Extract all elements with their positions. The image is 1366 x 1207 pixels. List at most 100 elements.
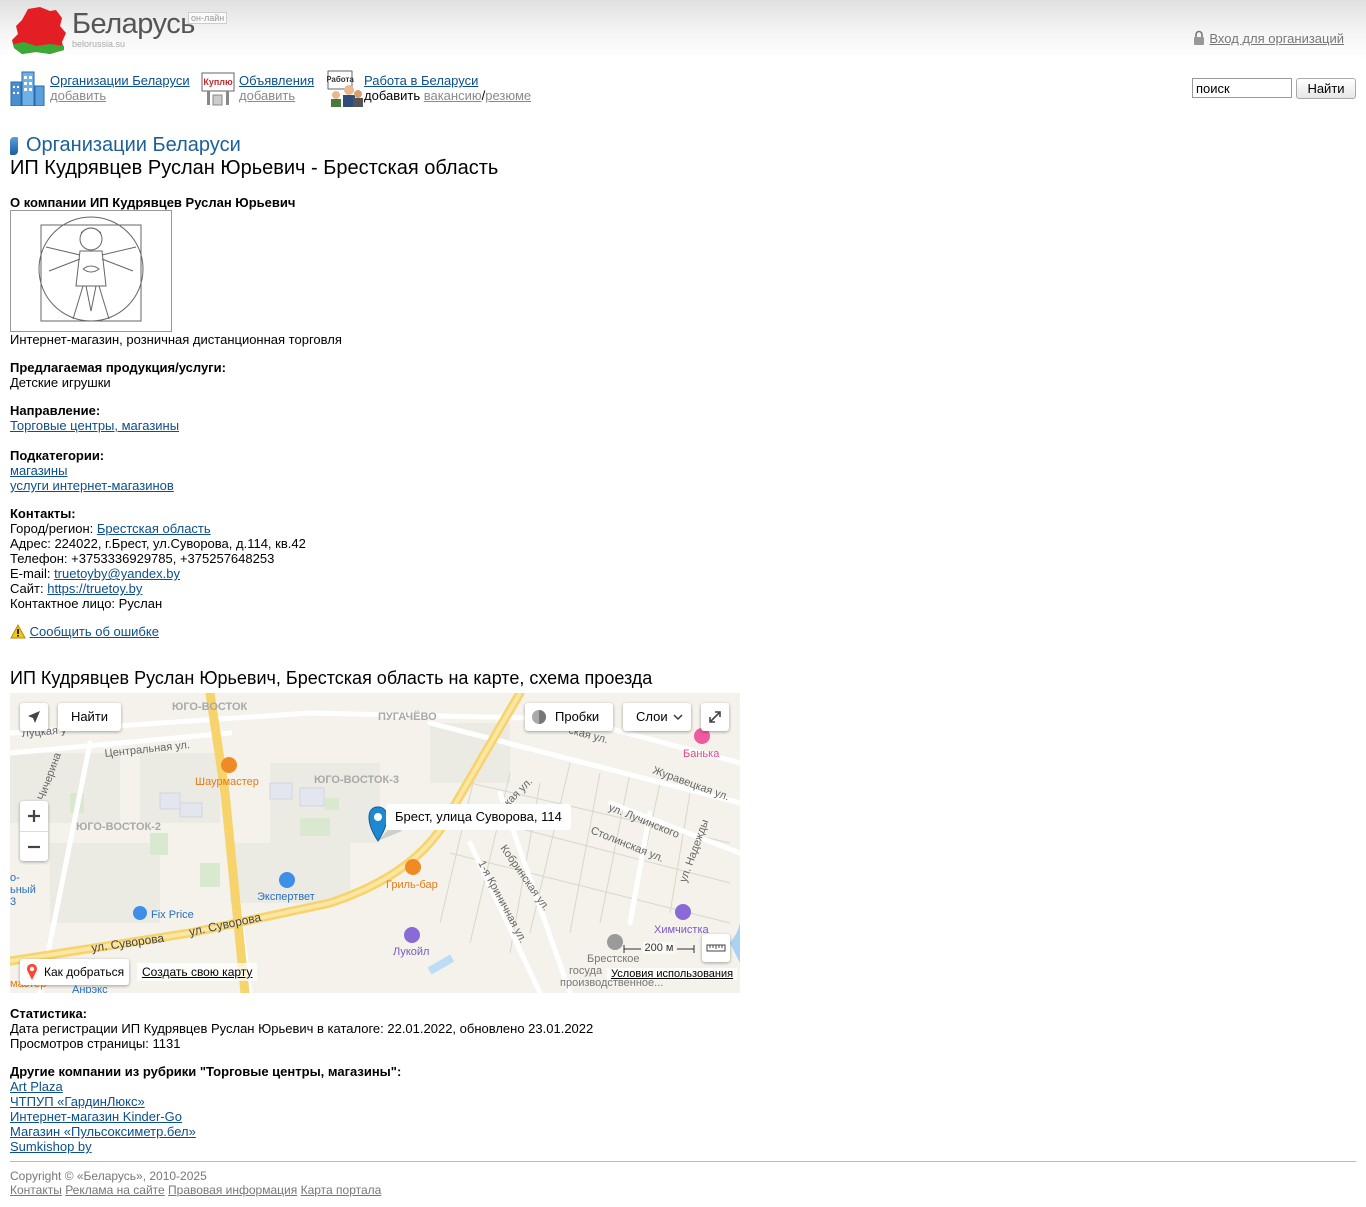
map-label: Гриль-бар (386, 879, 438, 891)
job-people-icon: Работа (327, 70, 363, 107)
nav-jobs-link[interactable]: Работа в Беларуси (364, 73, 478, 88)
map-find-button[interactable]: Найти (58, 703, 121, 731)
nav-jobs: Работа Работа в Беларуси добавить ваканс… (327, 70, 547, 108)
map-poi-marker (405, 859, 421, 875)
other-company-link[interactable]: Art Plaza (10, 1079, 63, 1094)
report-error: Сообщить об ошибке (10, 623, 159, 639)
nav-jobs-resume-link[interactable]: резюме (485, 88, 531, 103)
city-label: Город/регион: (10, 521, 97, 536)
direction-label: Направление: (10, 403, 101, 418)
company-description: Интернет-магазин, розничная дистанционна… (10, 332, 342, 347)
footer-legal-link[interactable]: Правовая информация (168, 1183, 297, 1197)
zoom-out-button[interactable] (20, 831, 48, 862)
map-widget[interactable]: ЮГО-ВОСТОК ПУГАЧЁВО ЮГО-ВОСТОК-3 ЮГО-ВОС… (10, 693, 740, 993)
breadcrumb-marker-icon (10, 137, 18, 155)
site-header: Беларусь он-лайн belorussia.su Вход для … (0, 0, 1366, 60)
page-title: ИП Кудрявцев Руслан Юрьевич - Брестская … (10, 157, 499, 179)
contacts-address: Адрес: 224022, г.Брест, ул.Суворова, д.1… (10, 536, 306, 551)
footer-ads-link[interactable]: Реклама на сайте (65, 1183, 165, 1197)
other-company-link[interactable]: Интернет-магазин Kinder-Go (10, 1109, 182, 1124)
map-poi-marker (221, 757, 237, 773)
layers-label: Слои (636, 709, 668, 724)
fullscreen-button[interactable] (701, 703, 729, 731)
map-section-title: ИП Кудрявцев Руслан Юрьевич, Брестская о… (10, 668, 653, 688)
nav-orgs-add-link[interactable]: добавить (50, 88, 106, 103)
contacts-label: Контакты: (10, 506, 76, 521)
footer-divider (10, 1161, 1356, 1162)
traffic-button[interactable]: Пробки (525, 703, 613, 731)
create-map-link[interactable]: Создать свою карту (142, 965, 252, 979)
nav-orgs-link[interactable]: Организации Беларуси (50, 73, 190, 88)
map-label: о- (10, 872, 20, 884)
products-value: Детские игрушки (10, 375, 111, 390)
site-logo[interactable]: Беларусь он-лайн belorussia.su (10, 6, 240, 58)
buildings-icon (10, 71, 45, 106)
other-company-link[interactable]: Магазин «Пульсоксиметр.бел» (10, 1124, 196, 1139)
map-label: Fix Price (151, 909, 194, 921)
search-form: Найти (1192, 78, 1356, 99)
contacts-city: Город/регион: Брестская область (10, 521, 211, 536)
ruler-button[interactable] (702, 934, 730, 962)
search-input[interactable] (1192, 78, 1292, 98)
search-button[interactable]: Найти (1296, 78, 1356, 99)
email-link[interactable]: truetoyby@yandex.by (54, 566, 180, 581)
traffic-light-icon (532, 710, 546, 724)
footer-sitemap-link[interactable]: Карта портала (301, 1183, 382, 1197)
marker-label: Брест, улица Суворова, 114 (386, 804, 571, 830)
map-poi-marker (279, 872, 295, 888)
subcategories-label: Подкатегории: (10, 448, 105, 463)
site-link[interactable]: https://truetoy.by (47, 581, 142, 596)
stats-views: Просмотров страницы: 1131 (10, 1036, 181, 1051)
footer-contacts-link[interactable]: Контакты (10, 1183, 62, 1197)
subcategory-link[interactable]: услуги интернет-магазинов (10, 478, 174, 493)
products-label: Предлагаемая продукция/услуги: (10, 360, 226, 375)
map-poi-marker (607, 934, 623, 950)
map-poi-marker (133, 906, 147, 920)
map-poi-marker (675, 904, 691, 920)
direction-link[interactable]: Торговые центры, магазины (10, 418, 179, 433)
stats-registered: Дата регистрации ИП Кудрявцев Руслан Юрь… (10, 1021, 594, 1036)
vitruvian-child-logo-icon (38, 216, 144, 322)
plus-icon (28, 810, 40, 822)
logo-name: Беларусь (72, 8, 195, 40)
map-label: Экспертвет (257, 891, 315, 903)
contacts-email: E-mail: truetoyby@yandex.by (10, 566, 180, 581)
nav-jobs-vacancy-link[interactable]: вакансию (424, 88, 482, 103)
route-button[interactable]: Как добраться (20, 959, 129, 985)
other-company-link[interactable]: ЧТПУП «ГардинЛюкс» (10, 1094, 145, 1109)
map-pin-icon (27, 964, 37, 980)
ads-sign-icon: Куплю (201, 72, 235, 106)
chevron-down-icon (673, 714, 683, 720)
nav-ads: Куплю Объявления добавить (201, 70, 321, 108)
map-label: Анрэкс (72, 984, 108, 993)
contacts-phone: Телефон: +3753336929785, +375257648253 (10, 551, 275, 566)
create-map-area: Создать свою карту (137, 963, 258, 981)
map-terms-link[interactable]: Условия использования (611, 968, 733, 980)
other-companies-label: Другие компании из рубрики "Торговые цен… (10, 1064, 402, 1079)
report-error-link[interactable]: Сообщить об ошибке (30, 624, 159, 639)
jobs-sign-text: Работа (327, 75, 354, 84)
org-login-link[interactable]: Вход для организаций (1209, 31, 1344, 46)
ruler-icon (706, 944, 726, 952)
contacts-person: Контактное лицо: Руслан (10, 596, 163, 611)
breadcrumb-title[interactable]: Организации Беларуси (26, 134, 241, 157)
geolocation-button[interactable] (20, 703, 48, 731)
location-arrow-icon (28, 711, 40, 723)
login-area: Вход для организаций (1193, 30, 1344, 46)
contacts-site: Сайт: https://truetoy.by (10, 581, 142, 596)
map-label: ПУГАЧЁВО (378, 710, 437, 723)
city-link[interactable]: Брестская область (97, 521, 211, 536)
map-label: Банька (683, 748, 720, 760)
company-logo-image (10, 210, 172, 332)
footer-links: Контакты Реклама на сайте Правовая инфор… (10, 1183, 381, 1197)
scale-label: 200 м (642, 942, 676, 954)
nav-ads-link[interactable]: Объявления (239, 73, 314, 88)
map-label: 3 (10, 896, 16, 908)
subcategory-link[interactable]: магазины (10, 463, 67, 478)
zoom-in-button[interactable] (20, 801, 48, 831)
nav-ads-add-link[interactable]: добавить (239, 88, 295, 103)
map-poi-marker (404, 927, 420, 943)
layers-button[interactable]: Слои (623, 703, 691, 731)
stats-label: Статистика: (10, 1006, 87, 1021)
other-company-link[interactable]: Sumkishop by (10, 1139, 92, 1154)
